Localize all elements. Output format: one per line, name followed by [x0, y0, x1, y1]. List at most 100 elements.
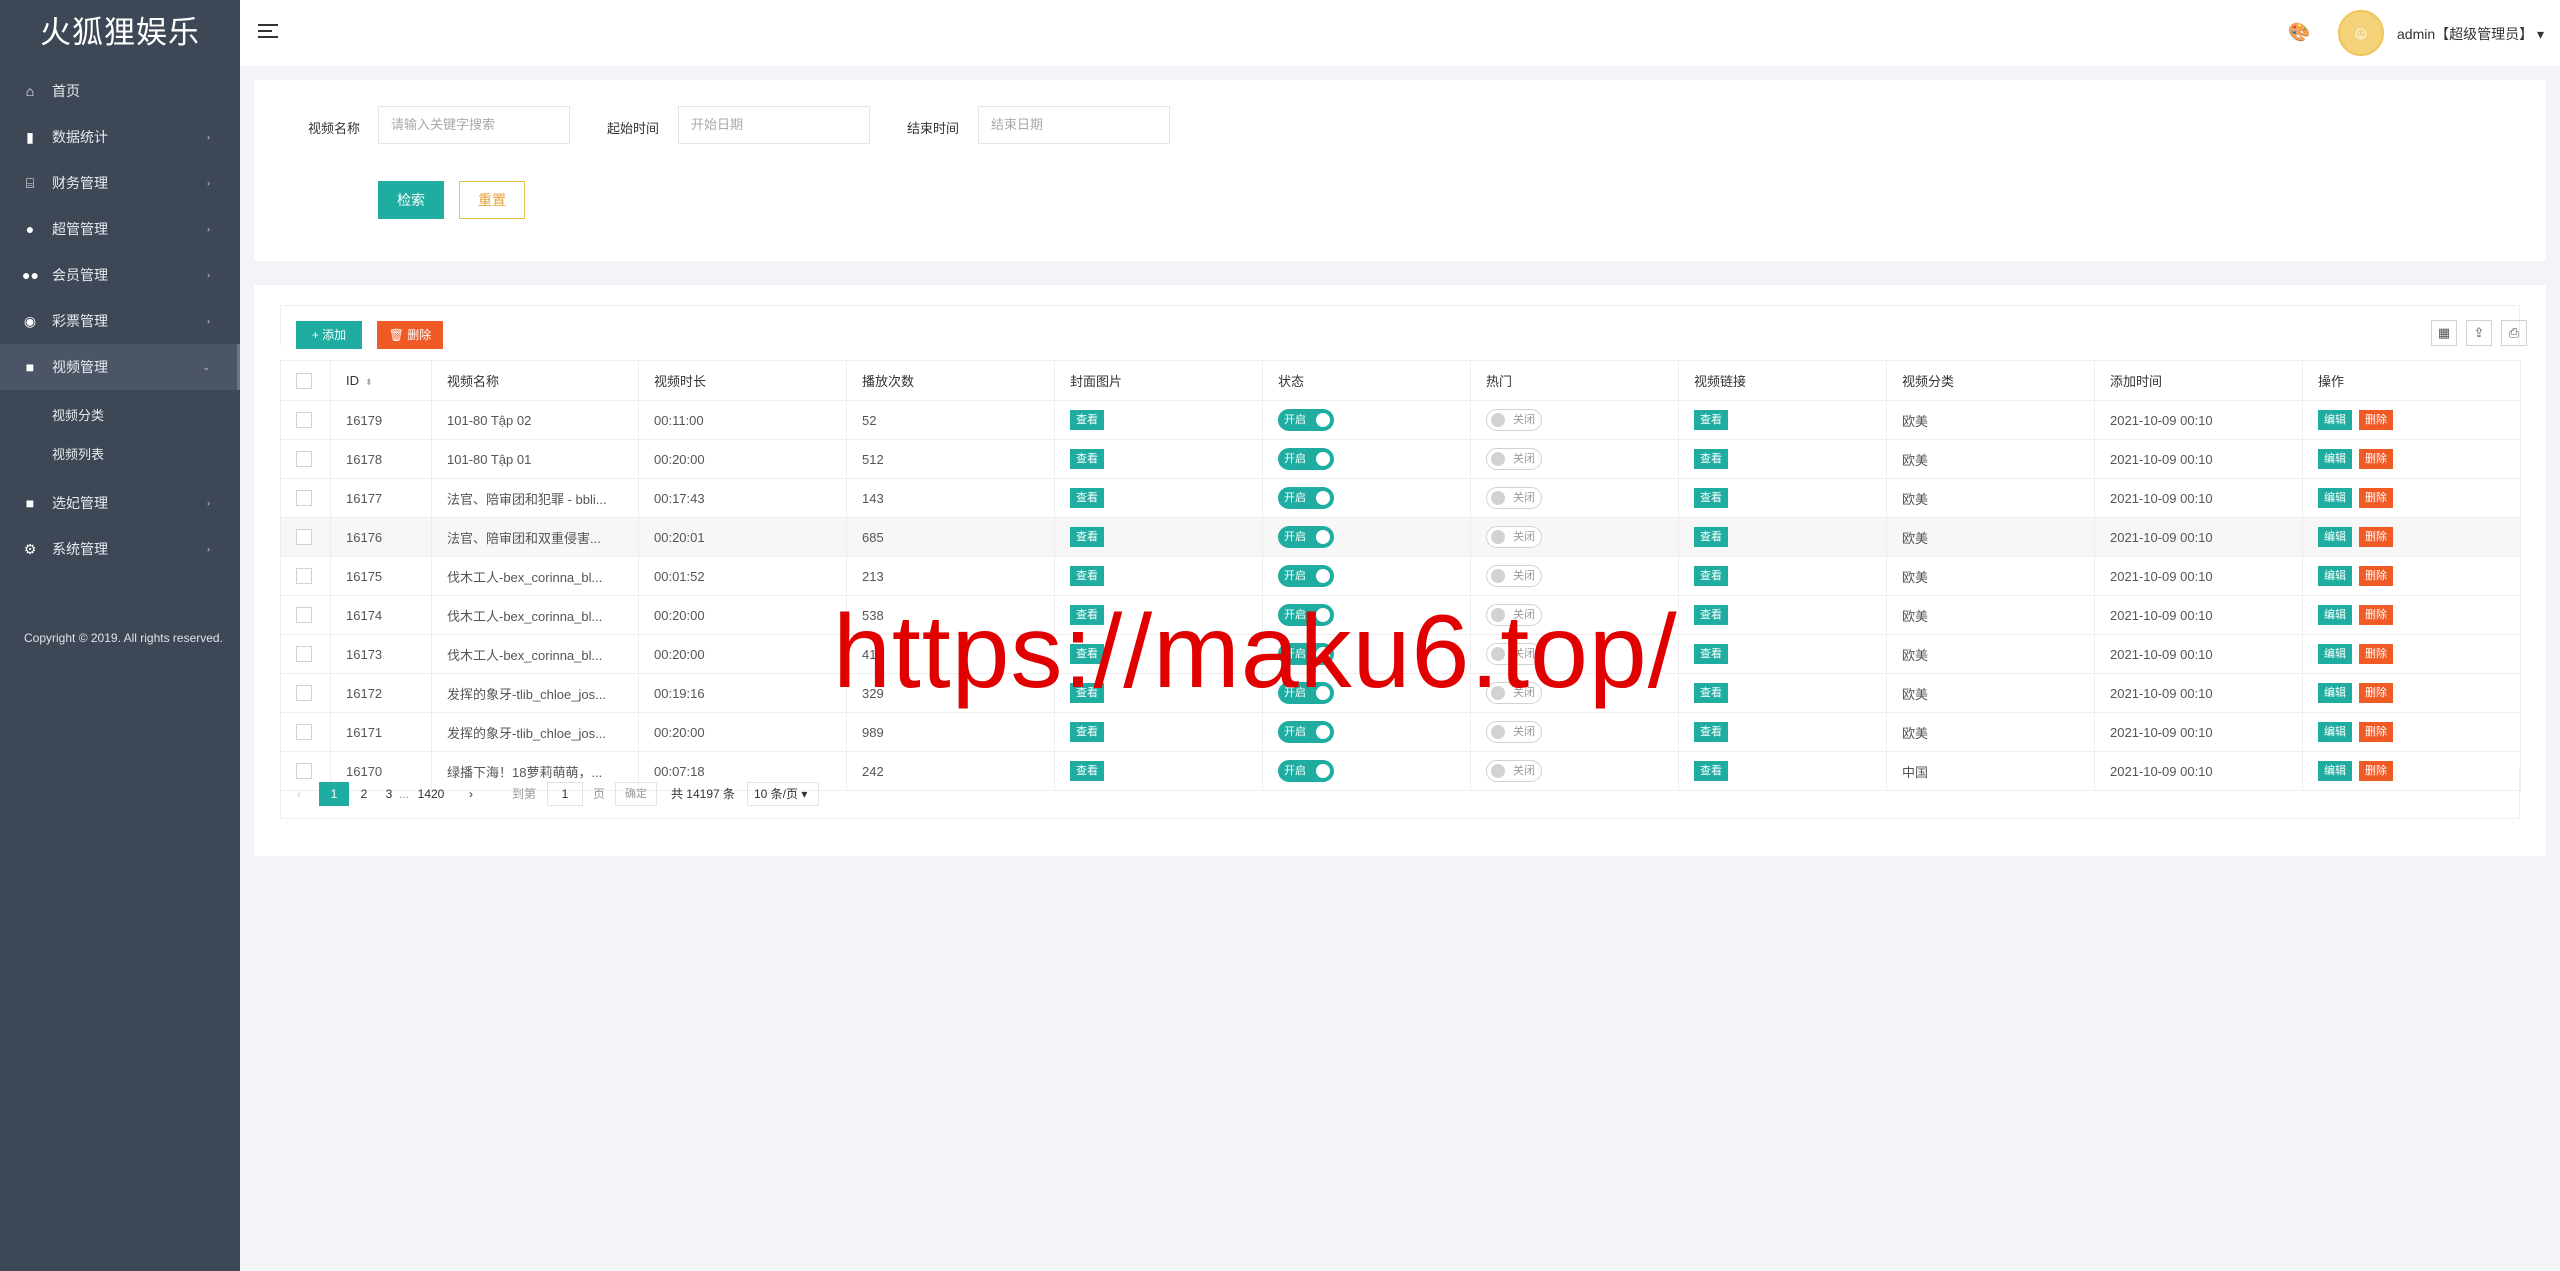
hot-toggle[interactable]: 关闭 [1486, 448, 1542, 470]
delete-button[interactable]: 删除 [2359, 722, 2393, 742]
nav-item-statistics[interactable]: ▮ 数据统计 › [0, 114, 240, 160]
edit-button[interactable]: 编辑 [2318, 410, 2352, 430]
row-select-cell [280, 517, 331, 557]
view-cover-button[interactable]: 查看 [1070, 449, 1104, 469]
delete-button[interactable]: 删除 [2359, 605, 2393, 625]
nav-item-lottery[interactable]: ◉ 彩票管理 › [0, 298, 240, 344]
chevron-right-icon: › [207, 132, 210, 142]
row-checkbox[interactable] [296, 412, 312, 429]
page-1[interactable]: 1 [319, 782, 349, 806]
nav-item-home[interactable]: ⌂ 首页 [0, 68, 240, 114]
hot-toggle[interactable]: 关闭 [1486, 526, 1542, 548]
nav-item-concubine[interactable]: ■ 选妃管理 › [0, 480, 240, 526]
users-icon: ●● [22, 267, 39, 283]
goto-page-input[interactable]: 1 [547, 782, 583, 806]
nav-item-members[interactable]: ●● 会员管理 › [0, 252, 240, 298]
status-toggle[interactable]: 开启 [1278, 526, 1334, 548]
delete-button[interactable]: 删除 [2359, 527, 2393, 547]
search-button[interactable]: 检索 [378, 181, 444, 219]
row-checkbox[interactable] [296, 724, 312, 741]
batch-delete-button[interactable]: 🗑 删除 [377, 321, 443, 349]
nav-item-system[interactable]: ⚙ 系统管理 › [0, 526, 240, 572]
row-checkbox[interactable] [296, 490, 312, 507]
hot-toggle[interactable]: 关闭 [1486, 409, 1542, 431]
nav-item-finance[interactable]: ⌸ 财务管理 › [0, 160, 240, 206]
delete-button[interactable]: 删除 [2359, 644, 2393, 664]
palette-icon[interactable]: 🎨 [2288, 22, 2310, 43]
view-link-button[interactable]: 查看 [1694, 527, 1728, 547]
row-checkbox[interactable] [296, 568, 312, 585]
view-link-button[interactable]: 查看 [1694, 449, 1728, 469]
nav-sub-video-list[interactable]: 视频列表 [0, 435, 240, 474]
row-checkbox[interactable] [296, 646, 312, 663]
page-3[interactable]: 3 [381, 782, 397, 806]
view-link-button[interactable]: 查看 [1694, 410, 1728, 430]
view-link-button[interactable]: 查看 [1694, 722, 1728, 742]
user-menu[interactable]: admin【超级管理员】 ▾ [2397, 24, 2544, 44]
status-toggle[interactable]: 开启 [1278, 565, 1334, 587]
cell-category: 欧美 [1886, 400, 2095, 440]
edit-button[interactable]: 编辑 [2318, 605, 2352, 625]
view-link-button[interactable]: 查看 [1694, 683, 1728, 703]
hot-toggle[interactable]: 关闭 [1486, 565, 1542, 587]
cell-plays: 213 [846, 556, 1055, 596]
view-link-button[interactable]: 查看 [1694, 488, 1728, 508]
view-cover-button[interactable]: 查看 [1070, 722, 1104, 742]
edit-button[interactable]: 编辑 [2318, 488, 2352, 508]
delete-button[interactable]: 删除 [2359, 488, 2393, 508]
start-date-input[interactable]: 开始日期 [678, 106, 870, 144]
delete-button[interactable]: 删除 [2359, 566, 2393, 586]
print-icon[interactable]: ⎙ [2501, 320, 2527, 346]
row-checkbox[interactable] [296, 451, 312, 468]
cell-cover: 查看 [1054, 517, 1263, 557]
video-name-input[interactable]: 请输入关键字搜索 [378, 106, 570, 144]
row-checkbox[interactable] [296, 607, 312, 624]
edit-button[interactable]: 编辑 [2318, 527, 2352, 547]
columns-filter-icon[interactable]: ▦ [2431, 320, 2457, 346]
row-checkbox[interactable] [296, 529, 312, 546]
select-all-checkbox[interactable] [296, 372, 312, 389]
edit-button[interactable]: 编辑 [2318, 722, 2352, 742]
hot-toggle[interactable]: 关闭 [1486, 487, 1542, 509]
goto-confirm-button[interactable]: 确定 [615, 782, 657, 806]
delete-button[interactable]: 删除 [2359, 410, 2393, 430]
cell-link: 查看 [1678, 595, 1887, 635]
edit-button[interactable]: 编辑 [2318, 566, 2352, 586]
edit-button[interactable]: 编辑 [2318, 683, 2352, 703]
menu-toggle-icon[interactable] [258, 24, 278, 40]
edit-button[interactable]: 编辑 [2318, 644, 2352, 664]
view-cover-button[interactable]: 查看 [1070, 527, 1104, 547]
view-cover-button[interactable]: 查看 [1070, 488, 1104, 508]
prev-page-icon[interactable]: ‹ [289, 782, 309, 806]
page-2[interactable]: 2 [351, 782, 377, 806]
delete-button[interactable]: 删除 [2359, 449, 2393, 469]
status-toggle[interactable]: 开启 [1278, 487, 1334, 509]
reset-button[interactable]: 重置 [459, 181, 525, 219]
status-toggle[interactable]: 开启 [1278, 409, 1334, 431]
end-date-input[interactable]: 结束日期 [978, 106, 1170, 144]
row-checkbox[interactable] [296, 685, 312, 702]
add-button[interactable]: + 添加 [296, 321, 362, 349]
cell-id: 16172 [330, 673, 432, 713]
nav-item-super-admin[interactable]: ● 超管管理 › [0, 206, 240, 252]
status-toggle[interactable]: 开启 [1278, 448, 1334, 470]
hot-toggle[interactable]: 关闭 [1486, 721, 1542, 743]
export-icon[interactable]: ⇪ [2466, 320, 2492, 346]
avatar[interactable]: ☺ [2338, 10, 2384, 56]
page-last[interactable]: 1420 [413, 782, 449, 806]
view-link-button[interactable]: 查看 [1694, 644, 1728, 664]
cell-name: 伐木工人-bex_corinna_bl... [431, 595, 639, 635]
nav-sub-video-category[interactable]: 视频分类 [0, 396, 240, 435]
edit-button[interactable]: 编辑 [2318, 449, 2352, 469]
view-link-button[interactable]: 查看 [1694, 605, 1728, 625]
sort-icon[interactable]: ⬍ [365, 377, 373, 387]
view-cover-button[interactable]: 查看 [1070, 566, 1104, 586]
delete-button[interactable]: 删除 [2359, 683, 2393, 703]
view-cover-button[interactable]: 查看 [1070, 410, 1104, 430]
page-size-select[interactable]: 10 条/页 ▾ [747, 782, 819, 806]
status-toggle[interactable]: 开启 [1278, 721, 1334, 743]
view-link-button[interactable]: 查看 [1694, 566, 1728, 586]
column-header-id[interactable]: ID ⬍ [330, 360, 432, 401]
nav-item-video[interactable]: ■ 视频管理 ⌄ [0, 344, 240, 390]
next-page-icon[interactable]: › [461, 782, 481, 806]
